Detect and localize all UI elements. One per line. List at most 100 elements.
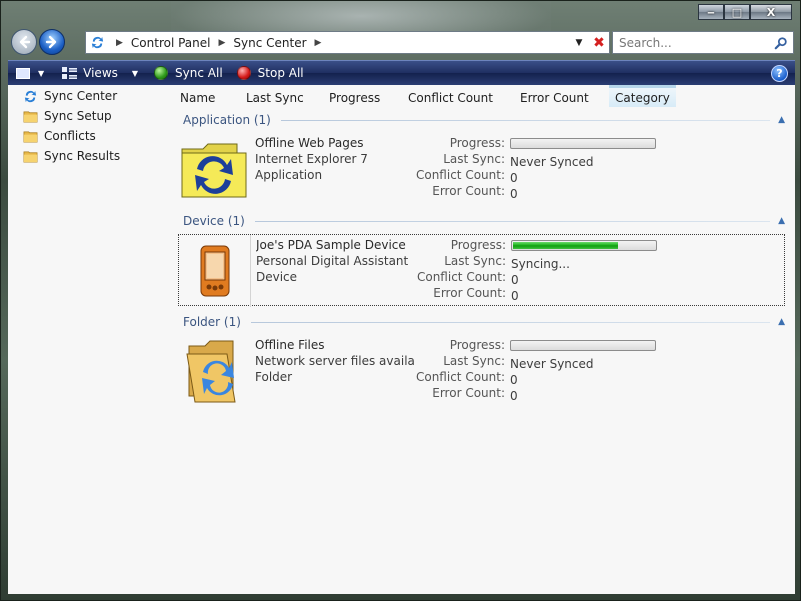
stop-all-label: Stop All [257, 66, 304, 80]
layout-menu-button[interactable]: ▼ [8, 61, 50, 85]
item-field-values: Syncing... 0 0 [511, 237, 711, 304]
sync-center-address-icon [86, 32, 108, 53]
address-bar[interactable]: ▶ Control Panel ▶ Sync Center ▶ ▼ ✖ [85, 31, 610, 54]
progress-label: Progress: [450, 238, 506, 252]
column-header-category[interactable]: Category [609, 85, 676, 107]
views-icon [62, 66, 78, 79]
layout-icon [16, 67, 30, 79]
sidebar-item-sync-setup[interactable]: Sync Setup [8, 106, 172, 126]
chevron-down-icon: ▼ [131, 68, 139, 78]
column-header-conflict-count[interactable]: Conflict Count [408, 91, 493, 105]
group-divider [280, 119, 771, 121]
list-item[interactable]: Offline Files Network server files avail… [178, 335, 785, 407]
progress-fill [513, 242, 618, 249]
list-item[interactable]: Joe's PDA Sample Device Personal Digital… [178, 234, 785, 307]
collapse-icon[interactable]: ▲ [778, 115, 785, 125]
error-count-label: Error Count: [432, 386, 505, 400]
stop-icon[interactable]: ✖ [589, 32, 609, 53]
address-dropdown-icon[interactable]: ▼ [569, 38, 589, 48]
stop-all-button[interactable]: Stop All [231, 61, 310, 85]
item-category: Folder [255, 370, 293, 384]
item-name: Offline Files [255, 338, 325, 352]
sidebar-item-label: Sync Setup [44, 109, 112, 123]
collapse-icon[interactable]: ▲ [778, 216, 785, 226]
item-field-labels: Progress: Last Sync: Conflict Count: Err… [408, 337, 505, 401]
breadcrumb-sync-center[interactable]: Sync Center [233, 36, 306, 50]
group-title: Application (1) [183, 113, 271, 127]
views-label: Views [83, 66, 118, 80]
error-count-label: Error Count: [433, 286, 506, 300]
column-header-last-sync[interactable]: Last Sync [246, 91, 304, 105]
conflict-count-value: 0 [511, 273, 519, 287]
back-arrow-icon [19, 35, 31, 49]
forward-arrow-icon [45, 35, 57, 49]
views-button[interactable]: Views ▼ [56, 61, 144, 85]
sidebar-item-conflicts[interactable]: Conflicts [8, 126, 172, 146]
back-button[interactable] [11, 29, 37, 55]
progress-label: Progress: [449, 338, 505, 352]
last-sync-value: Never Synced [510, 155, 594, 169]
column-header-name[interactable]: Name [180, 91, 215, 105]
conflict-count-label: Conflict Count: [416, 270, 506, 284]
item-name-column: Offline Web Pages Internet Explorer 7 Ap… [255, 135, 415, 183]
sync-icon [24, 90, 37, 102]
folder-icon [23, 130, 38, 142]
minimize-button[interactable]: ‒ [698, 4, 724, 20]
group-title: Folder (1) [183, 315, 241, 329]
sync-folder-icon [178, 133, 250, 205]
last-sync-label: Last Sync: [443, 354, 505, 368]
close-icon: X [766, 5, 776, 19]
item-name: Joe's PDA Sample Device [256, 238, 406, 252]
item-field-labels: Progress: Last Sync: Conflict Count: Err… [408, 135, 505, 199]
group-header-application[interactable]: Application (1) ▲ [183, 112, 785, 128]
error-count-value: 0 [510, 389, 518, 403]
group-title: Device (1) [183, 214, 245, 228]
item-name-column: Offline Files Network server files avail… [255, 337, 415, 385]
group-divider [250, 321, 771, 323]
search-input[interactable] [619, 35, 769, 50]
column-header-error-count[interactable]: Error Count [520, 91, 589, 105]
search-icon[interactable] [774, 36, 788, 50]
group-header-device[interactable]: Device (1) ▲ [183, 213, 785, 229]
breadcrumb-control-panel[interactable]: Control Panel [131, 36, 211, 50]
breadcrumb-separator-icon[interactable]: ▶ [219, 38, 226, 48]
breadcrumb-separator-icon[interactable]: ▶ [315, 38, 322, 48]
sidebar-item-label: Conflicts [44, 129, 96, 143]
sidebar-item-sync-results[interactable]: Sync Results [8, 146, 172, 166]
item-field-values: Never Synced 0 0 [510, 337, 710, 404]
maximize-icon: □ [731, 5, 743, 19]
sidebar-item-label: Sync Center [44, 89, 118, 103]
task-pane: Sync Center Sync Setup Conflicts Sync Re… [8, 85, 172, 594]
group-header-folder[interactable]: Folder (1) ▲ [183, 314, 785, 330]
conflict-count-value: 0 [510, 171, 518, 185]
folder-icon [23, 150, 38, 162]
progress-bar [510, 340, 656, 351]
offline-files-icon [178, 335, 250, 407]
last-sync-value: Never Synced [510, 357, 594, 371]
column-header-progress[interactable]: Progress [329, 91, 380, 105]
list-item[interactable]: Offline Web Pages Internet Explorer 7 Ap… [178, 133, 785, 205]
sync-partnerships-list: Name Last Sync Progress Conflict Count E… [173, 85, 795, 594]
window-controls: ‒ □ X [698, 4, 792, 20]
conflict-count-label: Conflict Count: [415, 370, 505, 384]
close-button[interactable]: X [750, 4, 792, 20]
breadcrumb-separator-icon[interactable]: ▶ [116, 38, 123, 48]
last-sync-label: Last Sync: [444, 254, 506, 268]
progress-label: Progress: [449, 136, 505, 150]
item-category: Device [256, 270, 298, 284]
item-category: Application [255, 168, 323, 182]
forward-button[interactable] [39, 29, 65, 55]
folder-icon [23, 110, 38, 122]
collapse-icon[interactable]: ▲ [778, 317, 785, 327]
sync-all-button[interactable]: Sync All [148, 61, 229, 85]
sidebar-item-sync-center[interactable]: Sync Center [8, 86, 172, 106]
column-headers: Name Last Sync Progress Conflict Count E… [173, 85, 795, 111]
group-divider [254, 220, 771, 222]
help-icon[interactable]: ? [771, 64, 788, 82]
maximize-button[interactable]: □ [724, 4, 750, 20]
chevron-down-icon: ▼ [38, 68, 45, 78]
item-field-labels: Progress: Last Sync: Conflict Count: Err… [409, 237, 506, 301]
error-count-value: 0 [510, 187, 518, 201]
pda-icon [179, 235, 251, 307]
sync-all-icon [154, 66, 169, 80]
